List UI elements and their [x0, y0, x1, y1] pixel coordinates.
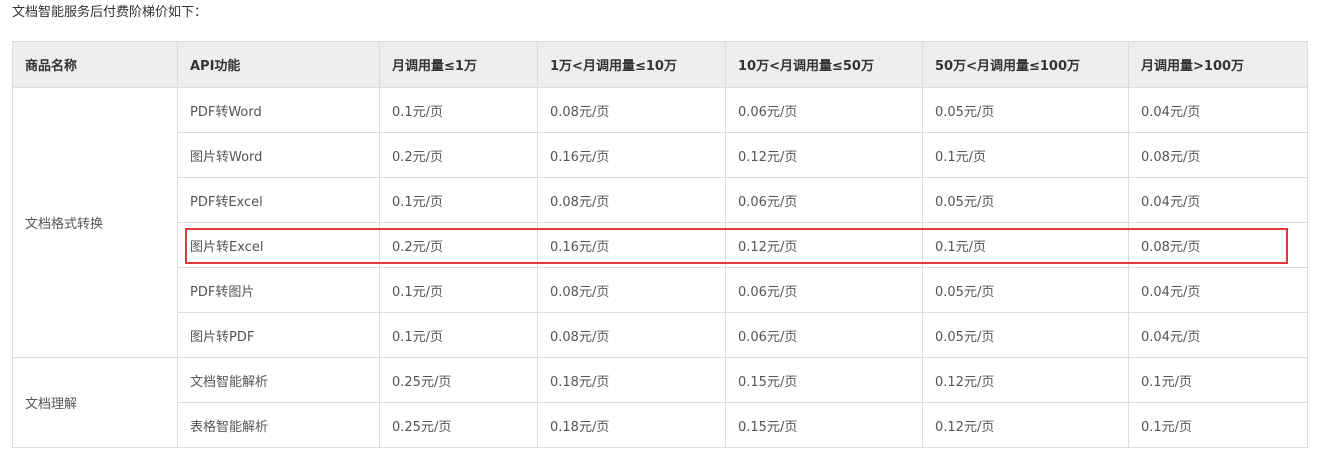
price-cell: 0.2元/页 [379, 132, 538, 178]
table-row: PDF转图片 0.1元/页 0.08元/页 0.06元/页 0.05元/页 0.… [13, 267, 1308, 313]
price-cell: 0.08元/页 [537, 312, 726, 358]
price-cell: 0.1元/页 [922, 222, 1129, 268]
price-cell: 0.15元/页 [725, 357, 923, 403]
table-row: 表格智能解析 0.25元/页 0.18元/页 0.15元/页 0.12元/页 0… [13, 402, 1308, 448]
price-cell: 0.25元/页 [379, 357, 538, 403]
price-cell: 0.2元/页 [379, 222, 538, 268]
price-cell: 0.1元/页 [1128, 357, 1308, 403]
price-cell: 0.08元/页 [537, 87, 726, 133]
table-header-row: 商品名称 API功能 月调用量≤1万 1万<月调用量≤10万 10万<月调用量≤… [12, 41, 1308, 88]
column-header-tier-2: 1万<月调用量≤10万 [537, 41, 726, 88]
api-function-cell: PDF转图片 [177, 267, 380, 313]
column-header-tier-1: 月调用量≤1万 [379, 41, 538, 88]
price-cell: 0.04元/页 [1128, 312, 1308, 358]
price-cell: 0.05元/页 [922, 312, 1129, 358]
api-function-cell: 文档智能解析 [177, 357, 380, 403]
price-cell: 0.15元/页 [725, 402, 923, 448]
column-header-tier-4: 50万<月调用量≤100万 [922, 41, 1129, 88]
price-cell: 0.06元/页 [725, 312, 923, 358]
table-row-highlighted: 图片转Excel 0.2元/页 0.16元/页 0.12元/页 0.1元/页 0… [13, 222, 1308, 268]
price-cell: 0.06元/页 [725, 177, 923, 223]
price-cell: 0.06元/页 [725, 267, 923, 313]
price-cell: 0.1元/页 [379, 177, 538, 223]
product-name-cell: 文档理解 [12, 357, 178, 448]
price-cell: 0.08元/页 [1128, 132, 1308, 178]
price-cell: 0.12元/页 [922, 402, 1129, 448]
price-cell: 0.1元/页 [1128, 402, 1308, 448]
price-cell: 0.05元/页 [922, 267, 1129, 313]
price-cell: 0.08元/页 [537, 177, 726, 223]
api-function-cell: 图片转Word [177, 132, 380, 178]
price-cell: 0.05元/页 [922, 177, 1129, 223]
table-row: PDF转Excel 0.1元/页 0.08元/页 0.06元/页 0.05元/页… [13, 177, 1308, 223]
column-header-tier-5: 月调用量>100万 [1128, 41, 1308, 88]
price-cell: 0.18元/页 [537, 357, 726, 403]
price-cell: 0.12元/页 [725, 132, 923, 178]
table-row: 文档格式转换 PDF转Word 0.1元/页 0.08元/页 0.06元/页 0… [12, 87, 1308, 358]
price-cell: 0.18元/页 [537, 402, 726, 448]
column-header-product-name: 商品名称 [12, 41, 178, 88]
column-header-api-function: API功能 [177, 41, 380, 88]
price-cell: 0.04元/页 [1128, 177, 1308, 223]
price-cell: 0.1元/页 [379, 87, 538, 133]
price-cell: 0.08元/页 [1128, 222, 1308, 268]
price-cell: 0.1元/页 [379, 267, 538, 313]
api-function-cell: PDF转Word [177, 87, 380, 133]
price-cell: 0.1元/页 [379, 312, 538, 358]
api-function-cell: 表格智能解析 [177, 402, 380, 448]
api-function-cell: 图片转Excel [177, 222, 380, 268]
price-cell: 0.16元/页 [537, 132, 726, 178]
api-function-cell: 图片转PDF [177, 312, 380, 358]
price-cell: 0.05元/页 [922, 87, 1129, 133]
price-cell: 0.06元/页 [725, 87, 923, 133]
pricing-table: 商品名称 API功能 月调用量≤1万 1万<月调用量≤10万 10万<月调用量≤… [12, 41, 1308, 448]
price-cell: 0.16元/页 [537, 222, 726, 268]
price-cell: 0.25元/页 [379, 402, 538, 448]
product-name-cell: 文档格式转换 [12, 87, 178, 358]
api-function-cell: PDF转Excel [177, 177, 380, 223]
price-cell: 0.04元/页 [1128, 87, 1308, 133]
price-cell: 0.1元/页 [922, 132, 1129, 178]
table-row: 图片转Word 0.2元/页 0.16元/页 0.12元/页 0.1元/页 0.… [13, 132, 1308, 178]
table-row: 图片转PDF 0.1元/页 0.08元/页 0.06元/页 0.05元/页 0.… [13, 312, 1308, 358]
table-row: 文档理解 文档智能解析 0.25元/页 0.18元/页 0.15元/页 0.12… [12, 357, 1308, 448]
price-cell: 0.04元/页 [1128, 267, 1308, 313]
price-cell: 0.12元/页 [922, 357, 1129, 403]
column-header-tier-3: 10万<月调用量≤50万 [725, 41, 923, 88]
intro-text: 文档智能服务后付费阶梯价如下： [12, 5, 208, 20]
price-cell: 0.08元/页 [537, 267, 726, 313]
price-cell: 0.12元/页 [725, 222, 923, 268]
